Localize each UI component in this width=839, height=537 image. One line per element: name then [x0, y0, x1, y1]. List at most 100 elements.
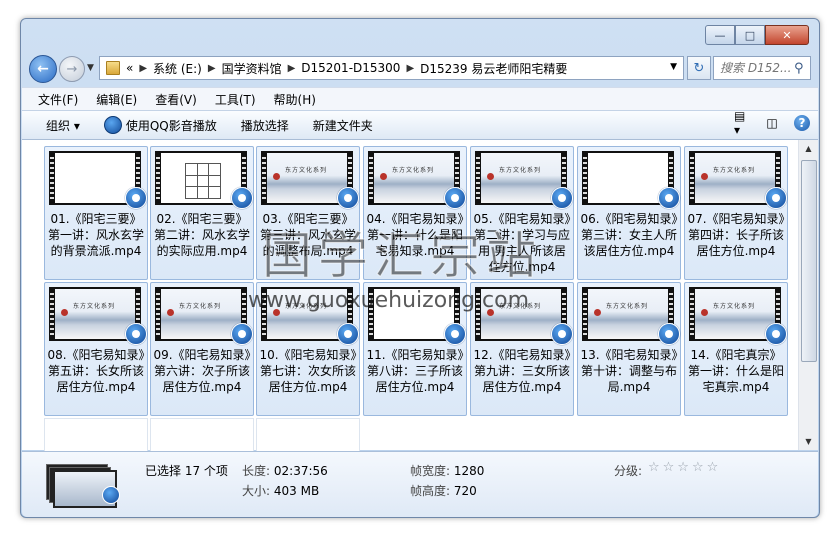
frame-width-value: 1280: [453, 464, 485, 478]
file-name: 02.《阳宅三要》第二讲：风水玄学的实际应用.mp4: [153, 212, 250, 258]
back-button[interactable]: ←: [29, 55, 57, 83]
qq-player-icon: [125, 323, 147, 345]
qq-player-icon: [658, 323, 680, 345]
qq-play-button[interactable]: 使用QQ影音播放: [103, 116, 217, 134]
qq-player-icon: [231, 187, 253, 209]
qq-player-icon: [125, 187, 147, 209]
organize-button[interactable]: 组织 ▾: [46, 117, 80, 134]
chevron-right-icon[interactable]: ▶: [208, 63, 216, 74]
rating-label: 分级:: [614, 464, 643, 478]
search-box[interactable]: ⚲: [713, 56, 811, 80]
breadcrumb-drive[interactable]: 系统 (E:): [153, 60, 202, 77]
frame-height-value: 720: [453, 484, 477, 498]
file-name: 14.《阳宅真宗》第一讲：什么是阳宅真宗.mp4: [687, 348, 784, 394]
qq-player-icon: [551, 323, 573, 345]
qq-player-icon: [765, 323, 787, 345]
length-value: 02:37:56: [273, 464, 328, 478]
thumbnail-caption: 东方文化系列: [73, 303, 116, 310]
menu-bar: 文件(F) 编辑(E) 查看(V) 工具(T) 帮助(H): [22, 87, 818, 110]
new-folder-button[interactable]: 新建文件夹: [313, 117, 373, 134]
qq-player-icon: [765, 187, 787, 209]
qq-player-icon: [444, 187, 466, 209]
frame-height-label: 帧高度:: [410, 484, 451, 498]
thumbnail-caption: 东方文化系列: [713, 167, 756, 174]
play-selection-label: 播放选择: [240, 118, 289, 133]
back-arrow-icon: ←: [37, 61, 49, 77]
minimize-button[interactable]: —: [705, 25, 735, 45]
file-tile[interactable]: 东方文化系列 07.《阳宅易知录》第四讲：长子所该居住方位.mp4: [684, 146, 788, 280]
details-pane: 已选择 17 个项 长度: 02:37:56 大小: 403 MB 帧宽度: 1…: [22, 451, 818, 517]
help-icon[interactable]: ?: [794, 115, 810, 131]
scroll-thumb[interactable]: [801, 160, 817, 362]
maximize-button[interactable]: □: [735, 25, 765, 45]
refresh-icon: ↻: [693, 60, 705, 76]
menu-view[interactable]: 查看(V): [155, 91, 197, 108]
qq-player-icon: [658, 187, 680, 209]
chevron-right-icon[interactable]: ▶: [139, 63, 147, 74]
file-tile[interactable]: 东方文化系列 14.《阳宅真宗》第一讲：什么是阳宅真宗.mp4: [684, 282, 788, 416]
qq-player-icon: [231, 323, 253, 345]
qq-player-icon: [551, 187, 573, 209]
breadcrumb-folder-3[interactable]: D15239 易云老师阳宅精要: [420, 60, 567, 77]
menu-tools[interactable]: 工具(T): [215, 91, 256, 108]
watermark-url: www.guoxuehuizong.com: [248, 288, 530, 313]
menu-edit[interactable]: 编辑(E): [96, 91, 137, 108]
qq-player-icon: [337, 323, 359, 345]
chevron-right-icon[interactable]: ▶: [406, 63, 414, 74]
size-label: 大小:: [242, 484, 271, 498]
chevron-right-icon[interactable]: ▶: [288, 63, 296, 74]
folder-icon: [106, 61, 120, 75]
qq-play-label: 使用QQ影音播放: [125, 118, 217, 133]
vertical-scrollbar[interactable]: ▲ ▼: [798, 140, 818, 450]
address-dropdown-icon[interactable]: ▼: [670, 62, 677, 72]
thumbnail-caption: 东方文化系列: [606, 303, 649, 310]
file-name: 12.《阳宅易知录》第九讲：三女所该居住方位.mp4: [473, 348, 571, 394]
file-tile[interactable]: 东方文化系列 09.《阳宅易知录》第六讲：次子所该居住方位.mp4: [150, 282, 254, 416]
file-tile[interactable]: 06.《阳宅易知录》第三讲：女主人所该居住方位.mp4: [577, 146, 681, 280]
file-tile[interactable]: 02.《阳宅三要》第二讲：风水玄学的实际应用.mp4: [150, 146, 254, 280]
size-value: 403 MB: [273, 484, 320, 498]
file-tile[interactable]: 东方文化系列 08.《阳宅易知录》第五讲：长女所该居住方位.mp4: [44, 282, 148, 416]
menu-help[interactable]: 帮助(H): [274, 91, 316, 108]
search-icon[interactable]: ⚲: [794, 61, 804, 76]
organize-label: 组织 ▾: [46, 118, 80, 133]
qq-player-icon: [337, 187, 359, 209]
watermark-text: 国学汇宗站: [262, 227, 542, 286]
new-folder-label: 新建文件夹: [312, 118, 373, 133]
scroll-down-icon[interactable]: ▼: [799, 433, 818, 450]
thumbnail-caption: 东方文化系列: [499, 167, 542, 174]
thumbnail-caption: 东方文化系列: [392, 167, 435, 174]
menu-file[interactable]: 文件(F): [38, 91, 78, 108]
qq-player-icon: [103, 116, 122, 134]
frame-width-label: 帧宽度:: [410, 464, 451, 478]
file-name: 01.《阳宅三要》第一讲：风水玄学的背景流派.mp4: [47, 212, 144, 258]
thumbnail-caption: 东方文化系列: [713, 303, 756, 310]
breadcrumb-overflow[interactable]: «: [126, 61, 133, 75]
forward-button[interactable]: →: [59, 56, 85, 82]
rating-stars[interactable]: ☆☆☆☆☆: [648, 460, 721, 475]
address-bar[interactable]: « ▶ 系统 (E:) ▶ 国学资料馆 ▶ D15201-D15300 ▶ D1…: [99, 56, 684, 80]
navigation-row: ← → ▼ « ▶ 系统 (E:) ▶ 国学资料馆 ▶ D15201-D1530…: [29, 55, 811, 83]
scroll-up-icon[interactable]: ▲: [799, 140, 818, 157]
qq-player-icon: [102, 486, 120, 504]
search-input[interactable]: [718, 60, 794, 76]
thumbnail-caption: 东方文化系列: [285, 167, 328, 174]
forward-arrow-icon: →: [66, 61, 78, 77]
file-name: 10.《阳宅易知录》第七讲：次女所该居住方位.mp4: [259, 348, 357, 394]
refresh-button[interactable]: ↻: [687, 56, 711, 80]
file-name: 06.《阳宅易知录》第三讲：女主人所该居住方位.mp4: [580, 212, 678, 258]
thumbnail-caption: 东方文化系列: [179, 303, 222, 310]
view-options-icon[interactable]: ▤ ▾: [734, 109, 750, 137]
selected-count: 已选择 17 个项: [145, 464, 228, 478]
close-button[interactable]: ✕: [765, 25, 809, 45]
file-name: 07.《阳宅易知录》第四讲：长子所该居住方位.mp4: [687, 212, 785, 258]
file-tile[interactable]: 东方文化系列 13.《阳宅易知录》第十讲：调整与布局.mp4: [577, 282, 681, 416]
length-label: 长度:: [242, 464, 271, 478]
file-tile[interactable]: 01.《阳宅三要》第一讲：风水玄学的背景流派.mp4: [44, 146, 148, 280]
breadcrumb-folder-2[interactable]: D15201-D15300: [301, 61, 400, 75]
recent-pages-dropdown[interactable]: ▼: [87, 63, 94, 73]
breadcrumb-folder-1[interactable]: 国学资料馆: [222, 60, 282, 77]
play-selection-button[interactable]: 播放选择: [241, 117, 289, 134]
preview-pane-icon[interactable]: ◫: [764, 115, 780, 131]
command-bar: 组织 ▾ 使用QQ影音播放 播放选择 新建文件夹 ▤ ▾ ◫ ?: [22, 109, 818, 140]
